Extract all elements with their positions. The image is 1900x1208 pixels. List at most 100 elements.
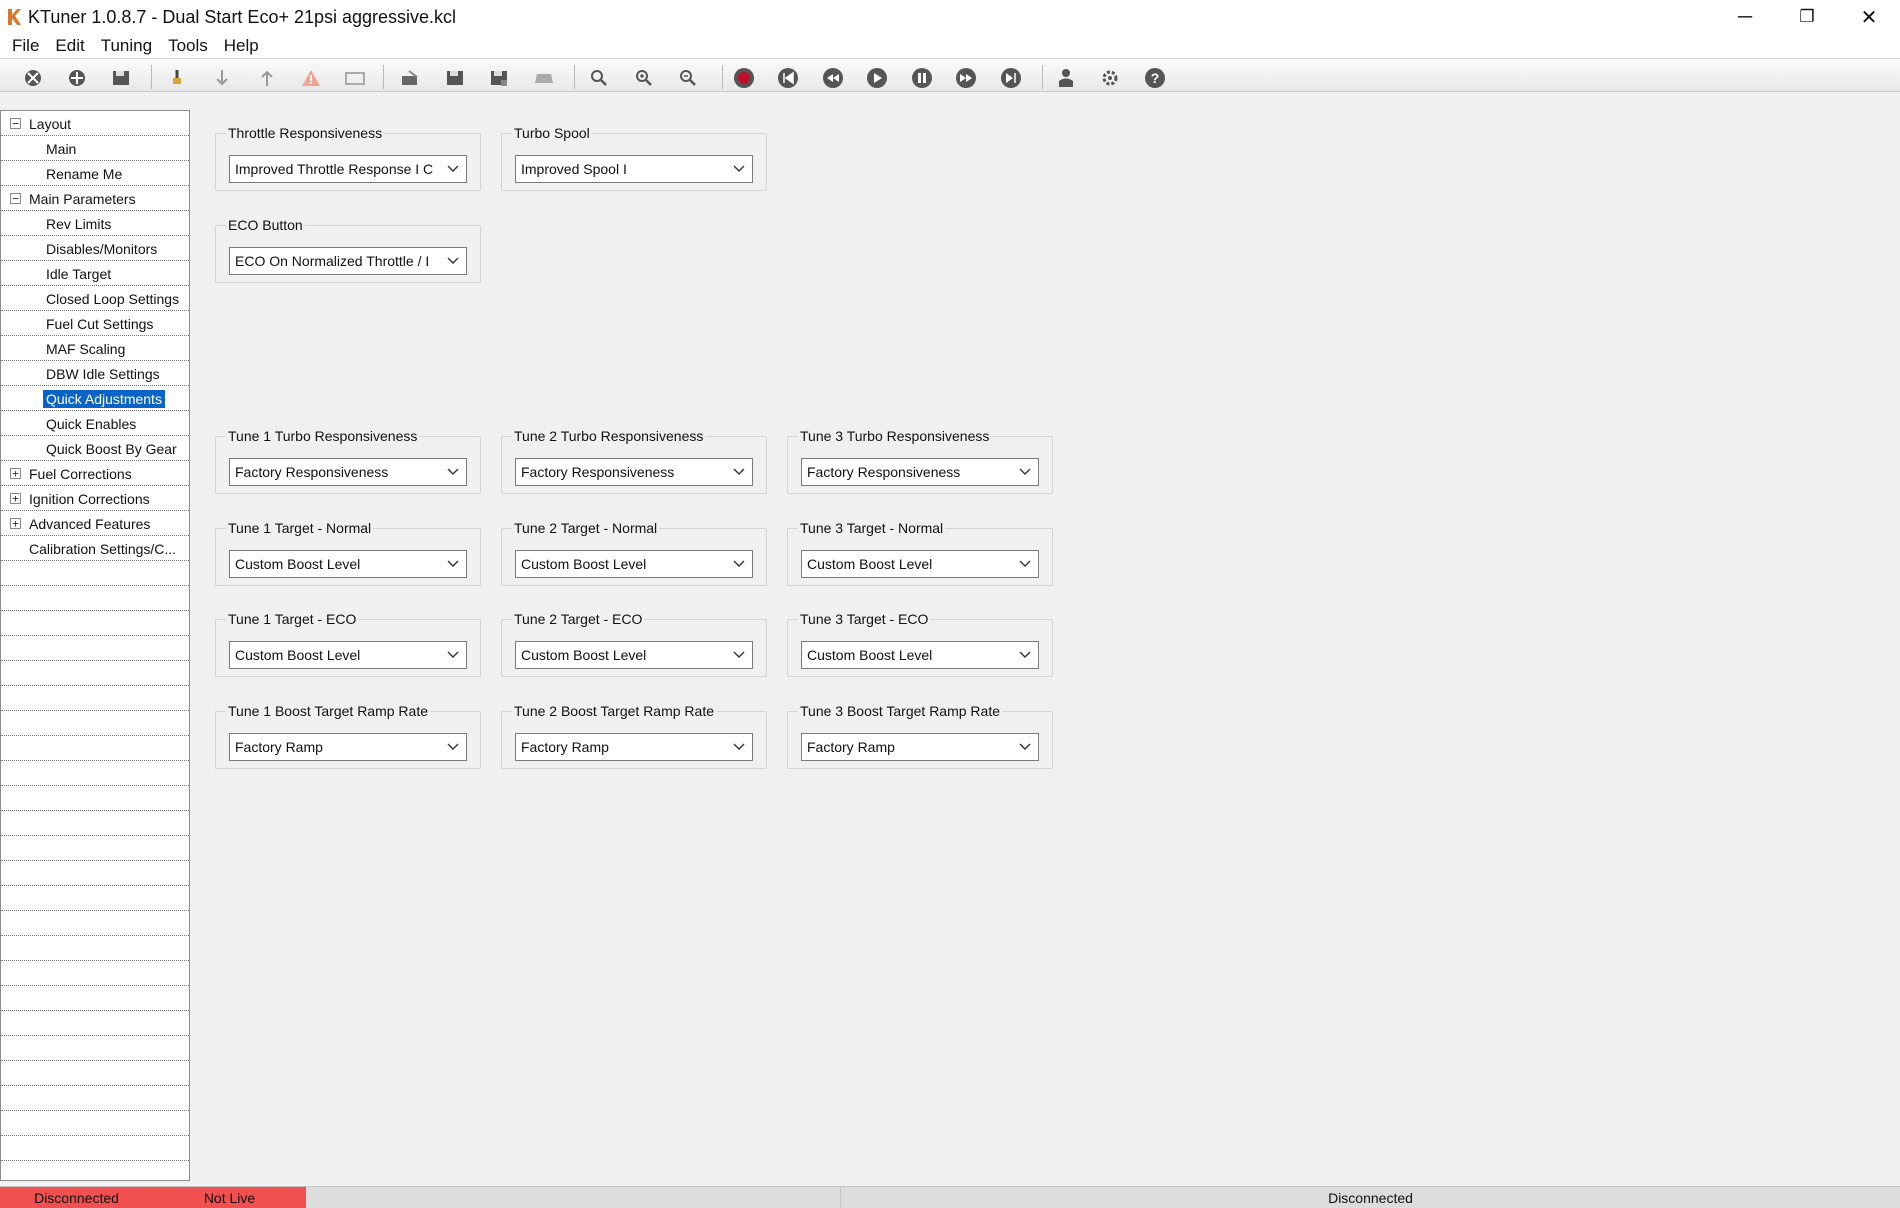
tune2-boost-ramp-rate-select[interactable]: Factory Ramp [515, 733, 753, 761]
tune1-target-normal-select[interactable]: Custom Boost Level [229, 550, 467, 578]
menu-tools[interactable]: Tools [160, 36, 216, 56]
tune1-target-eco-group: Tune 1 Target - ECO Custom Boost Level [215, 611, 481, 677]
upload-icon[interactable] [166, 67, 188, 89]
monitor-icon[interactable] [344, 67, 366, 89]
tree-item-calibration-settings[interactable]: Calibration Settings/C... [1, 536, 189, 561]
group-label: Tune 1 Boost Target Ramp Rate [226, 703, 430, 719]
fast-forward-icon[interactable] [955, 67, 977, 89]
tune1-boost-ramp-rate-select[interactable]: Factory Ramp [229, 733, 467, 761]
group-label: Tune 2 Target - ECO [512, 611, 645, 627]
tune3-turbo-responsiveness-select[interactable]: Factory Responsiveness [801, 458, 1039, 486]
save-as-icon[interactable] [488, 67, 510, 89]
tune2-turbo-responsiveness-select[interactable]: Factory Responsiveness [515, 458, 753, 486]
tree-item-label: Quick Boost By Gear [46, 441, 177, 457]
tune1-turbo-responsiveness-select[interactable]: Factory Responsiveness [229, 458, 467, 486]
tree-empty-row [1, 1086, 189, 1111]
combo-value: Custom Boost Level [807, 556, 933, 572]
tree-item-closed-loop-settings[interactable]: Closed Loop Settings [1, 286, 189, 311]
tree-item-quick-adjustments[interactable]: Quick Adjustments [1, 386, 189, 411]
disconnect-icon[interactable] [22, 67, 44, 89]
device-icon[interactable] [533, 67, 555, 89]
tree-item-label: MAF Scaling [46, 341, 126, 357]
menu-bar: File Edit Tuning Tools Help [0, 34, 1900, 58]
tree-item-quick-boost-by-gear[interactable]: Quick Boost By Gear [1, 436, 189, 461]
tree-item-fuel-cut-settings[interactable]: Fuel Cut Settings [1, 311, 189, 336]
menu-tuning[interactable]: Tuning [93, 36, 160, 56]
chevron-down-icon [733, 165, 745, 172]
tree-item-main[interactable]: Main [1, 136, 189, 161]
combo-value: Factory Ramp [235, 739, 323, 755]
tree-item-main-parameters[interactable]: − Main Parameters [1, 186, 189, 211]
menu-file[interactable]: File [4, 36, 47, 56]
chevron-down-icon [733, 651, 745, 658]
connection-status: Disconnected [0, 1187, 153, 1208]
zoom-out-icon[interactable] [677, 67, 699, 89]
tree-item-idle-target[interactable]: Idle Target [1, 261, 189, 286]
tune3-target-normal-select[interactable]: Custom Boost Level [801, 550, 1039, 578]
combo-value: Improved Throttle Response I C [235, 161, 434, 177]
tree-item-ignition-corrections[interactable]: + Ignition Corrections [1, 486, 189, 511]
tune3-boost-ramp-rate-group: Tune 3 Boost Target Ramp Rate Factory Ra… [787, 703, 1053, 769]
chevron-down-icon [1019, 468, 1031, 475]
throttle-responsiveness-select[interactable]: Improved Throttle Response I C [229, 155, 467, 183]
tune3-target-eco-select[interactable]: Custom Boost Level [801, 641, 1039, 669]
play-icon[interactable] [866, 67, 888, 89]
flash-icon[interactable] [256, 67, 278, 89]
skip-forward-icon[interactable] [1000, 67, 1022, 89]
settings-icon[interactable] [1099, 67, 1121, 89]
tree-empty-row [1, 611, 189, 636]
tree-item-dbw-idle-settings[interactable]: DBW Idle Settings [1, 361, 189, 386]
tree-item-label: Quick Enables [46, 416, 137, 432]
tree-empty-row [1, 561, 189, 586]
tune3-boost-ramp-rate-select[interactable]: Factory Ramp [801, 733, 1039, 761]
tree-item-disables-monitors[interactable]: Disables/Monitors [1, 236, 189, 261]
menu-help[interactable]: Help [216, 36, 267, 56]
expand-icon[interactable]: + [10, 493, 21, 504]
tree-item-layout[interactable]: − Layout [1, 111, 189, 136]
tree-item-rev-limits[interactable]: Rev Limits [1, 211, 189, 236]
record-icon[interactable] [733, 67, 755, 89]
group-label: Tune 3 Turbo Responsiveness [798, 428, 992, 444]
tree-item-maf-scaling[interactable]: MAF Scaling [1, 336, 189, 361]
tree-item-rename-me[interactable]: Rename Me [1, 161, 189, 186]
tree-item-quick-enables[interactable]: Quick Enables [1, 411, 189, 436]
tune2-target-normal-select[interactable]: Custom Boost Level [515, 550, 753, 578]
tree-item-label: Fuel Corrections [29, 466, 132, 482]
save-icon[interactable] [110, 67, 132, 89]
combo-value: Factory Responsiveness [807, 464, 961, 480]
save-file-icon[interactable] [444, 67, 466, 89]
collapse-icon[interactable]: − [10, 193, 21, 204]
expand-icon[interactable]: + [10, 518, 21, 529]
menu-edit[interactable]: Edit [47, 36, 92, 56]
tune1-target-eco-select[interactable]: Custom Boost Level [229, 641, 467, 669]
help-icon[interactable]: ? [1144, 67, 1166, 89]
restore-button[interactable]: ❐ [1776, 0, 1838, 34]
chevron-down-icon [1019, 651, 1031, 658]
turbo-spool-select[interactable]: Improved Spool I [515, 155, 753, 183]
pause-icon[interactable] [911, 67, 933, 89]
tree-empty-row [1, 636, 189, 661]
group-label: ECO Button [226, 217, 305, 233]
warning-icon[interactable] [300, 67, 322, 89]
window-title: KTuner 1.0.8.7 - Dual Start Eco+ 21psi a… [28, 6, 457, 27]
tree-item-label: Closed Loop Settings [46, 291, 180, 307]
rewind-icon[interactable] [822, 67, 844, 89]
connect-icon[interactable] [66, 67, 88, 89]
tree-item-fuel-corrections[interactable]: + Fuel Corrections [1, 461, 189, 486]
eco-button-select[interactable]: ECO On Normalized Throttle / I [229, 247, 467, 275]
skip-back-icon[interactable] [777, 67, 799, 89]
tree-empty-row [1, 961, 189, 986]
tree-item-advanced-features[interactable]: + Advanced Features [1, 511, 189, 536]
download-icon[interactable] [211, 67, 233, 89]
user-icon[interactable] [1055, 67, 1077, 89]
minimize-button[interactable]: ─ [1714, 0, 1776, 34]
close-button[interactable]: ✕ [1838, 0, 1900, 34]
compare-icon[interactable] [399, 67, 421, 89]
zoom-icon[interactable] [588, 67, 610, 89]
group-label: Throttle Responsiveness [226, 125, 385, 141]
expand-icon[interactable]: + [10, 468, 21, 479]
zoom-in-icon[interactable] [633, 67, 655, 89]
collapse-icon[interactable]: − [10, 118, 21, 129]
tune2-target-eco-select[interactable]: Custom Boost Level [515, 641, 753, 669]
tree-empty-row [1, 886, 189, 911]
